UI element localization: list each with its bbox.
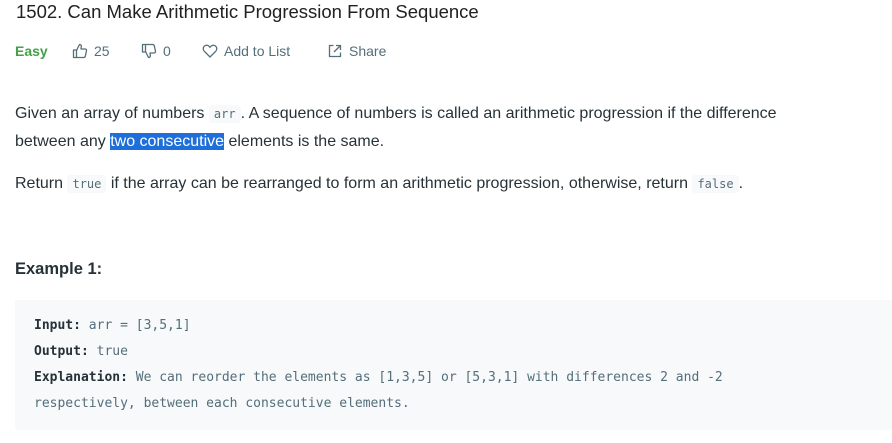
input-value: arr = [3,5,1]: [80, 318, 191, 333]
description-paragraph-1: Given an array of numbers arr. A sequenc…: [15, 100, 777, 155]
example-explanation-continued: respectively, between each consecutive e…: [34, 396, 410, 411]
description-text: if the array can be rearranged to form a…: [106, 175, 693, 192]
thumbs-down-icon: [141, 43, 157, 59]
output-label: Output:: [34, 344, 89, 359]
problem-meta-bar: Easy 25 0 Add to List Share: [0, 40, 892, 62]
description-paragraph-2: Return true if the array can be rearrang…: [15, 170, 743, 198]
difficulty-badge: Easy: [15, 43, 48, 59]
inline-code-arr: arr: [208, 105, 241, 123]
heart-icon: [202, 44, 218, 58]
share-button[interactable]: Share: [327, 40, 386, 62]
example-output-line: Output: true: [34, 344, 128, 359]
example-input-line: Input: arr = [3,5,1]: [34, 318, 191, 333]
description-text: . A sequence of numbers is called an ari…: [240, 105, 777, 122]
example-code-block: Input: arr = [3,5,1] Output: true Explan…: [15, 300, 892, 430]
inline-code-true: true: [67, 175, 107, 193]
add-to-list-button[interactable]: Add to List: [202, 40, 290, 62]
dislike-button[interactable]: 0: [141, 40, 171, 62]
explanation-label: Explanation:: [34, 370, 128, 385]
explanation-continued: respectively, between each consecutive e…: [34, 396, 410, 411]
example-heading: Example 1:: [15, 260, 103, 278]
add-to-list-label: Add to List: [224, 43, 291, 59]
description-text: .: [738, 175, 744, 192]
problem-title: 1502. Can Make Arithmetic Progression Fr…: [16, 1, 479, 22]
explanation-value: We can reorder the elements as [1,3,5] o…: [127, 370, 723, 385]
share-label: Share: [349, 43, 387, 59]
description-text: Return: [15, 175, 68, 192]
example-explanation-line: Explanation: We can reorder the elements…: [34, 370, 723, 385]
description-text: Given an array of numbers: [15, 105, 209, 122]
share-icon: [328, 44, 342, 58]
dislike-count: 0: [163, 43, 171, 59]
like-count: 25: [94, 43, 110, 59]
inline-code-false: false: [692, 175, 739, 193]
output-value: true: [88, 344, 128, 359]
description-text: between any: [15, 133, 111, 150]
selected-text[interactable]: two consecutive: [110, 133, 225, 150]
like-button[interactable]: 25: [72, 40, 110, 62]
thumbs-up-icon: [72, 43, 88, 59]
input-label: Input:: [34, 318, 81, 333]
description-text: elements is the same.: [224, 133, 385, 150]
